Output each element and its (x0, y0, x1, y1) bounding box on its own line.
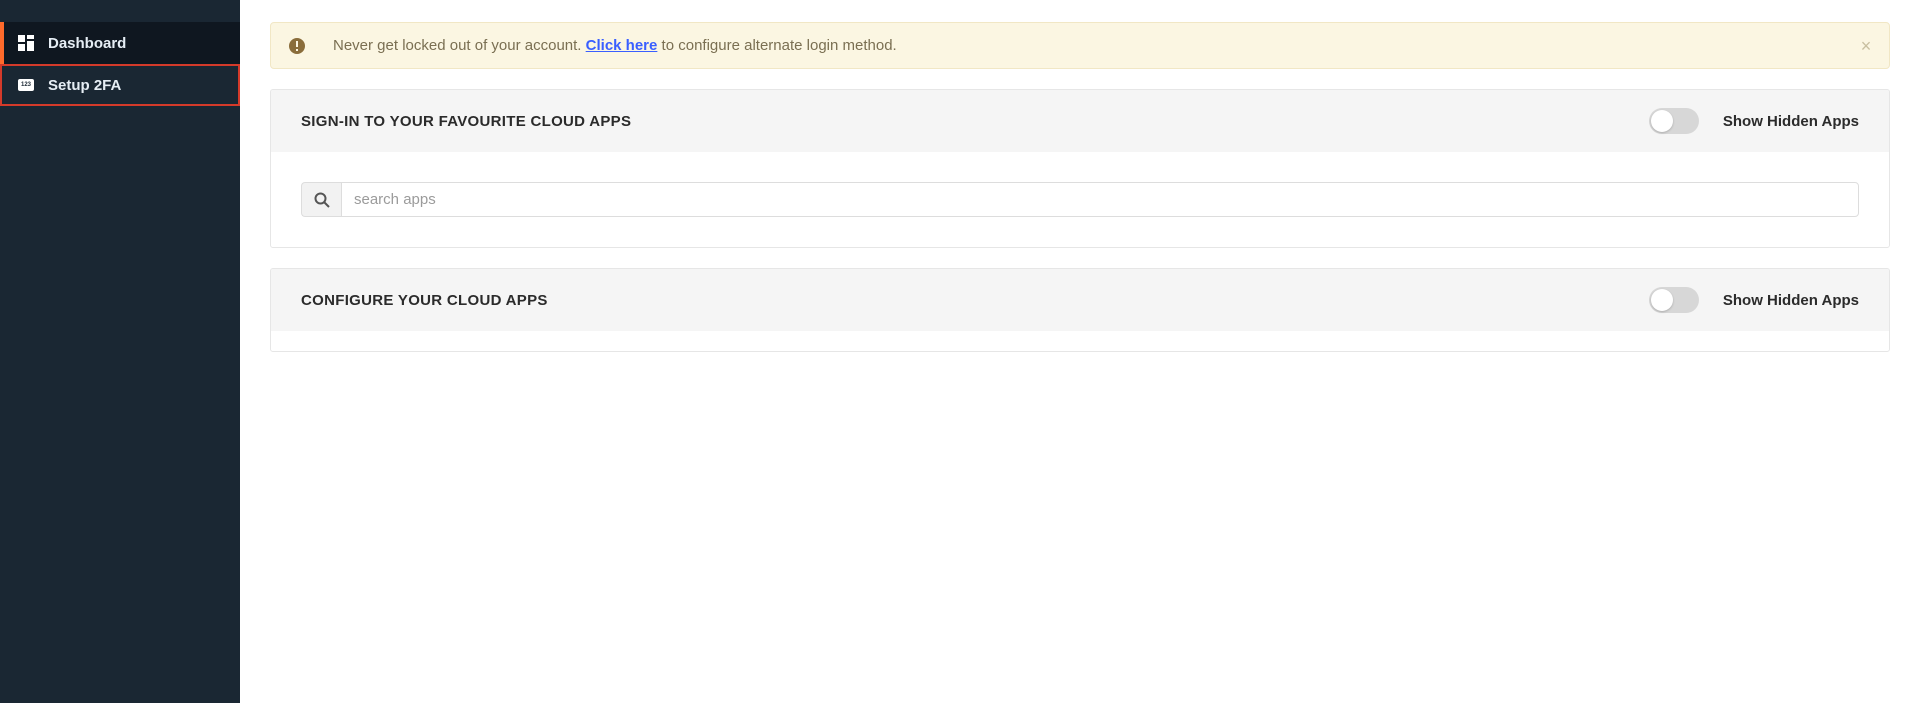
sidebar-item-setup-2fa[interactable]: 123 Setup 2FA (0, 64, 240, 106)
sidebar: Dashboard 123 Setup 2FA (0, 0, 240, 703)
sidebar-item-label: Dashboard (48, 35, 126, 52)
configure-show-hidden-toggle[interactable] (1649, 287, 1699, 313)
signin-panel-title: SIGN-IN TO YOUR FAVOURITE CLOUD APPS (301, 113, 631, 130)
show-hidden-apps-label: Show Hidden Apps (1723, 113, 1859, 130)
configure-login-link[interactable]: Click here (586, 37, 658, 54)
sidebar-item-dashboard[interactable]: Dashboard (0, 22, 240, 64)
main-content: Never get locked out of your account. Cl… (240, 0, 1920, 703)
toggle-knob (1651, 289, 1673, 311)
signin-apps-panel: SIGN-IN TO YOUR FAVOURITE CLOUD APPS Sho… (270, 89, 1890, 248)
alert-text-before: Never get locked out of your account. (333, 37, 586, 54)
search-apps-wrap (301, 182, 1859, 217)
warning-icon (289, 38, 305, 54)
configure-panel-body (271, 331, 1889, 351)
configure-apps-panel: CONFIGURE YOUR CLOUD APPS Show Hidden Ap… (270, 268, 1890, 352)
configure-panel-title: CONFIGURE YOUR CLOUD APPS (301, 292, 548, 309)
alert-text: Never get locked out of your account. Cl… (333, 37, 897, 54)
signin-panel-body (271, 152, 1889, 247)
configure-show-hidden-label: Show Hidden Apps (1723, 292, 1859, 309)
configure-panel-controls: Show Hidden Apps (1649, 287, 1859, 313)
sidebar-item-label: Setup 2FA (48, 77, 121, 94)
close-icon[interactable]: × (1857, 37, 1875, 55)
search-apps-input[interactable] (341, 182, 1859, 217)
configure-panel-header: CONFIGURE YOUR CLOUD APPS Show Hidden Ap… (271, 269, 1889, 331)
alert-text-after: to configure alternate login method. (662, 37, 897, 54)
search-icon (301, 182, 341, 217)
dashboard-icon (18, 35, 34, 51)
two-factor-icon: 123 (18, 77, 34, 93)
sidebar-top-space (0, 0, 240, 22)
lockout-warning-alert: Never get locked out of your account. Cl… (270, 22, 1890, 69)
toggle-knob (1651, 110, 1673, 132)
signin-panel-header: SIGN-IN TO YOUR FAVOURITE CLOUD APPS Sho… (271, 90, 1889, 152)
signin-panel-controls: Show Hidden Apps (1649, 108, 1859, 134)
show-hidden-apps-toggle[interactable] (1649, 108, 1699, 134)
